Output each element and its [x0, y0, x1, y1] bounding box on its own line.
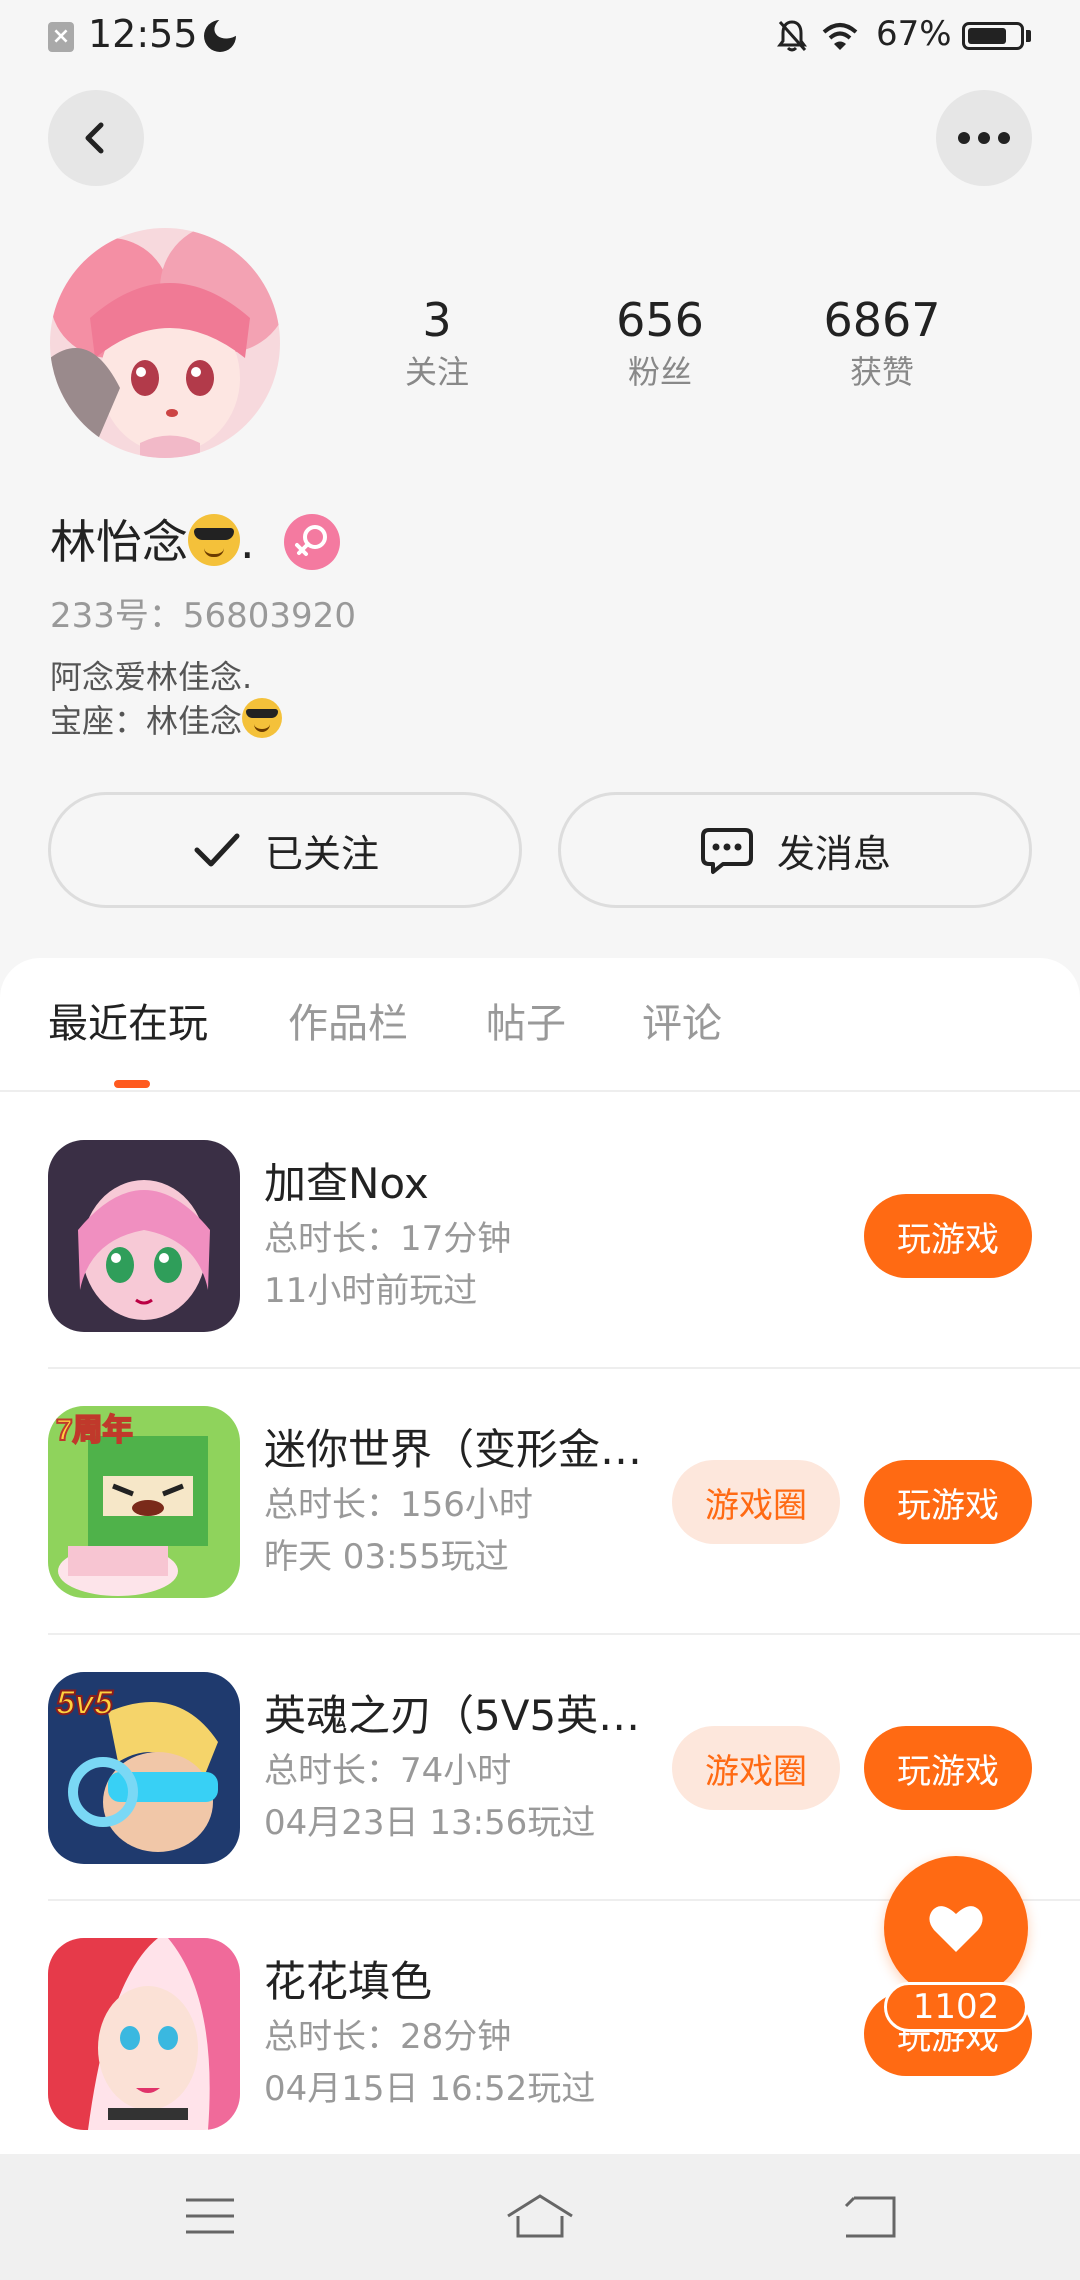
system-nav-bar — [0, 2154, 1080, 2280]
game-circle-button[interactable]: 游戏圈 — [672, 1726, 840, 1810]
followers-count: 656 — [616, 293, 704, 347]
status-bar: × 12:55 67% — [0, 0, 1080, 72]
game-icon-gacha-nox[interactable] — [48, 1140, 240, 1332]
profile-name-suffix: . — [240, 515, 255, 569]
game-duration: 总时长：74小时 — [264, 1751, 512, 1791]
battery-tip — [1026, 30, 1031, 42]
profile-name: 林怡念. — [50, 512, 255, 572]
send-message-label: 发消息 — [776, 831, 891, 876]
followers-label: 粉丝 — [627, 353, 692, 391]
likes-count: 6867 — [823, 293, 941, 347]
tab-works[interactable]: 作品栏 — [288, 996, 408, 1052]
chat-bubble-icon — [700, 828, 753, 874]
game-icon-mini-world[interactable]: 7周年 — [48, 1406, 240, 1598]
play-game-button[interactable]: 玩游戏 — [864, 1194, 1032, 1278]
profile-name-text: 林怡念 — [50, 515, 188, 569]
user-id: 233号：56803920 — [50, 596, 356, 636]
game-duration: 总时长：28分钟 — [264, 2017, 512, 2057]
status-time: 12:55 — [88, 12, 198, 56]
avatar[interactable] — [50, 228, 280, 458]
sunglasses-emoji-icon — [242, 698, 283, 738]
sunglasses-emoji-icon — [188, 514, 240, 566]
tab-recently-played[interactable]: 最近在玩 — [48, 996, 208, 1052]
following-count: 3 — [422, 293, 452, 347]
svg-text:5v5: 5v5 — [56, 1684, 114, 1722]
game-icon-hero-blade[interactable]: 5v5 — [48, 1672, 240, 1864]
battery-icon — [962, 22, 1024, 50]
bio: 阿念爱林佳念. 宝座：林佳念 — [50, 656, 283, 742]
tab-indicator — [114, 1080, 150, 1088]
tab-comments[interactable]: 评论 — [642, 996, 722, 1052]
back-icon[interactable] — [842, 2192, 898, 2240]
list-item[interactable]: 加查Nox 总时长：17分钟 11小时前玩过 玩游戏 — [0, 1092, 1080, 1369]
game-title: 迷你世界（变形金… — [264, 1425, 643, 1474]
back-button[interactable] — [48, 90, 144, 186]
game-last-played: 04月15日 16:52玩过 — [264, 2069, 596, 2109]
stat-followers[interactable]: 656 粉丝 — [560, 290, 760, 394]
chevron-left-icon — [85, 122, 104, 154]
followed-button[interactable]: 已关注 — [48, 792, 522, 908]
send-message-button[interactable]: 发消息 — [558, 792, 1032, 908]
game-title: 加查Nox — [264, 1159, 429, 1208]
more-button[interactable] — [936, 90, 1032, 186]
bell-off-icon — [777, 20, 807, 52]
wifi-icon — [822, 23, 858, 50]
menu-icon[interactable] — [184, 2194, 236, 2238]
game-title: 花花填色 — [264, 1957, 433, 2006]
game-circle-button[interactable]: 游戏圈 — [672, 1460, 840, 1544]
heart-icon — [929, 1906, 983, 1952]
stat-likes[interactable]: 6867 获赞 — [782, 290, 982, 394]
notification-x-icon: × — [48, 22, 74, 52]
bio-line-2-text: 宝座：林佳念 — [50, 702, 243, 740]
more-horizontal-icon — [958, 132, 1010, 144]
list-item[interactable]: 7周年 迷你世界（变形金… 总时长：156小时 昨天 03:55玩过 游戏圈 玩… — [0, 1358, 1080, 1635]
svg-text:7周年: 7周年 — [56, 1414, 133, 1447]
likes-label: 获赞 — [849, 353, 914, 391]
tab-posts[interactable]: 帖子 — [486, 996, 566, 1052]
bio-line-1: 阿念爱林佳念. — [50, 658, 253, 696]
followed-label: 已关注 — [264, 831, 379, 876]
check-icon — [194, 833, 240, 867]
following-label: 关注 — [404, 353, 469, 391]
moon-icon — [204, 20, 236, 52]
game-duration: 总时长：17分钟 — [264, 1219, 512, 1259]
like-count: 1102 — [884, 1982, 1028, 2032]
game-icon-flower-coloring[interactable] — [48, 1938, 240, 2130]
play-game-button[interactable]: 玩游戏 — [864, 1460, 1032, 1544]
female-icon — [284, 514, 340, 570]
game-duration: 总时长：156小时 — [264, 1485, 533, 1525]
home-icon[interactable] — [504, 2192, 576, 2240]
game-last-played: 04月23日 13:56玩过 — [264, 1803, 596, 1843]
list-item[interactable]: 5v5 英魂之刃（5V5英… 总时长：74小时 04月23日 13:56玩过 游… — [0, 1624, 1080, 1901]
game-last-played: 昨天 03:55玩过 — [264, 1537, 509, 1577]
game-last-played: 11小时前玩过 — [264, 1271, 478, 1311]
battery-percent: 67% — [876, 14, 952, 54]
like-fab[interactable] — [884, 1856, 1028, 2000]
game-title: 英魂之刃（5V5英… — [264, 1691, 641, 1740]
bio-line-2: 宝座：林佳念 — [50, 698, 283, 742]
stat-following[interactable]: 3 关注 — [337, 290, 537, 394]
play-game-button[interactable]: 玩游戏 — [864, 1726, 1032, 1810]
